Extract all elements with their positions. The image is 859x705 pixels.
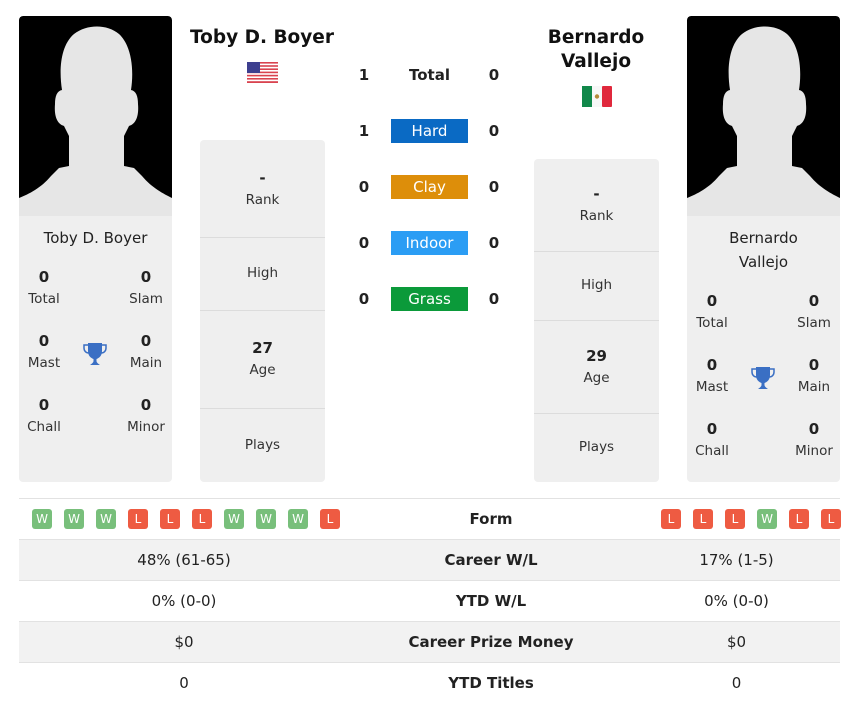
player-name-right[interactable]: Bernardo Vallejo xyxy=(520,26,672,74)
form-badge-loss[interactable]: L xyxy=(320,509,340,529)
silhouette-icon xyxy=(19,26,172,216)
player-card-right: Bernardo Vallejo 0 Total 0 Slam 0 Mast 0… xyxy=(687,16,840,482)
title-main-left: 0 Main xyxy=(129,332,163,371)
title-chall-left: 0 Chall xyxy=(27,396,61,435)
surface-badge-grass[interactable]: Grass xyxy=(391,287,468,311)
title-slam-left: 0 Slam xyxy=(129,268,163,307)
surface-badge-hard[interactable]: Hard xyxy=(391,119,468,143)
surface-badge-clay[interactable]: Clay xyxy=(391,175,468,199)
title-mast-left: 0 Mast xyxy=(27,332,61,371)
h2h-left-total: 1 xyxy=(358,66,370,84)
info-panel-left: - Rank High 27 Age Plays xyxy=(200,140,325,482)
form-badge-win[interactable]: W xyxy=(32,509,52,529)
h2h-row-total: 1 Total 0 xyxy=(345,63,515,87)
h2h-left-clay: 0 xyxy=(358,178,370,196)
stats-label-ytd-titles: YTD Titles xyxy=(448,674,534,692)
h2h-right-hard: 0 xyxy=(488,122,500,140)
stats-row-prize-money: $0 Career Prize Money $0 xyxy=(19,621,840,663)
h2h-left-indoor: 0 xyxy=(358,234,370,252)
form-badge-loss[interactable]: L xyxy=(160,509,180,529)
title-minor-right: 0 Minor xyxy=(795,420,833,459)
stats-row-ytd-wl: 0% (0-0) YTD W/L 0% (0-0) xyxy=(19,580,840,622)
plays-right: Plays xyxy=(534,413,659,483)
form-badge-loss[interactable]: L xyxy=(789,509,809,529)
player-card-name-left: Toby D. Boyer xyxy=(43,229,148,247)
form-badge-loss[interactable]: L xyxy=(725,509,745,529)
silhouette-icon xyxy=(687,26,840,216)
h2h-right-indoor: 0 xyxy=(488,234,500,252)
title-total-right: 0 Total xyxy=(696,292,728,331)
ytd-wl-right: 0% (0-0) xyxy=(704,592,769,610)
player-name-left[interactable]: Toby D. Boyer xyxy=(178,26,346,50)
player-card-name-right: Bernardo Vallejo xyxy=(729,229,798,271)
mexico-flag-icon xyxy=(582,86,612,111)
prize-money-right: $0 xyxy=(726,633,747,651)
ytd-wl-left: 0% (0-0) xyxy=(151,592,217,610)
stats-row-career-wl: 48% (61-65) Career W/L 17% (1-5) xyxy=(19,539,840,581)
stats-row-form: WWWLLLWWWL Form LLLWLL xyxy=(19,498,841,540)
surface-badge-indoor[interactable]: Indoor xyxy=(391,231,468,255)
us-flag-icon xyxy=(247,62,278,87)
form-badge-loss[interactable]: L xyxy=(661,509,681,529)
trophy-icon xyxy=(749,364,777,392)
h2h-row-grass: 0 Grass 0 xyxy=(345,287,515,311)
title-slam-right: 0 Slam xyxy=(797,292,831,331)
form-badge-win[interactable]: W xyxy=(224,509,244,529)
age-left: 27 Age xyxy=(200,310,325,408)
rank-right: - Rank xyxy=(579,185,614,224)
form-badge-win[interactable]: W xyxy=(757,509,777,529)
age-right: 29 Age xyxy=(534,320,659,413)
stats-row-ytd-titles: 0 YTD Titles 0 xyxy=(19,662,840,704)
h2h-left-grass: 0 xyxy=(358,290,370,308)
stats-label-career-wl: Career W/L xyxy=(444,551,538,569)
h2h-left-hard: 1 xyxy=(358,122,370,140)
h2h-label-total: Total xyxy=(409,66,450,84)
stats-label-form: Form xyxy=(469,510,513,528)
ytd-titles-right: 0 xyxy=(731,674,742,692)
stats-label-prize-money: Career Prize Money xyxy=(408,633,574,651)
career-wl-left: 48% (61-65) xyxy=(137,551,231,569)
trophy-icon xyxy=(81,340,109,368)
form-badge-loss[interactable]: L xyxy=(192,509,212,529)
h2h-row-hard: 1 Hard 0 xyxy=(345,119,515,143)
player-photo-left xyxy=(19,16,172,216)
title-main-right: 0 Main xyxy=(797,356,831,395)
form-badge-win[interactable]: W xyxy=(288,509,308,529)
rank-left: - Rank xyxy=(245,169,280,208)
h2h-right-clay: 0 xyxy=(488,178,500,196)
title-total-left: 0 Total xyxy=(28,268,60,307)
h2h-row-indoor: 0 Indoor 0 xyxy=(345,231,515,255)
h2h-right-grass: 0 xyxy=(488,290,500,308)
prize-money-left: $0 xyxy=(174,633,194,651)
stats-label-ytd-wl: YTD W/L xyxy=(455,592,527,610)
title-mast-right: 0 Mast xyxy=(695,356,729,395)
player-photo-right xyxy=(687,16,840,216)
h2h-right-total: 0 xyxy=(488,66,500,84)
form-badge-loss[interactable]: L xyxy=(821,509,841,529)
info-panel-right: - Rank High 29 Age Plays xyxy=(534,159,659,482)
ytd-titles-left: 0 xyxy=(179,674,189,692)
form-badge-win[interactable]: W xyxy=(256,509,276,529)
high-left: High xyxy=(200,237,325,310)
career-wl-right: 17% (1-5) xyxy=(699,551,774,569)
form-badge-loss[interactable]: L xyxy=(128,509,148,529)
h2h-row-clay: 0 Clay 0 xyxy=(345,175,515,199)
form-badge-win[interactable]: W xyxy=(64,509,84,529)
title-chall-right: 0 Chall xyxy=(695,420,729,459)
form-badge-win[interactable]: W xyxy=(96,509,116,529)
player-card-left: Toby D. Boyer 0 Total 0 Slam 0 Mast 0 Ma… xyxy=(19,16,172,482)
plays-left: Plays xyxy=(200,408,325,483)
form-badge-loss[interactable]: L xyxy=(693,509,713,529)
title-minor-left: 0 Minor xyxy=(127,396,165,435)
high-right: High xyxy=(534,251,659,320)
